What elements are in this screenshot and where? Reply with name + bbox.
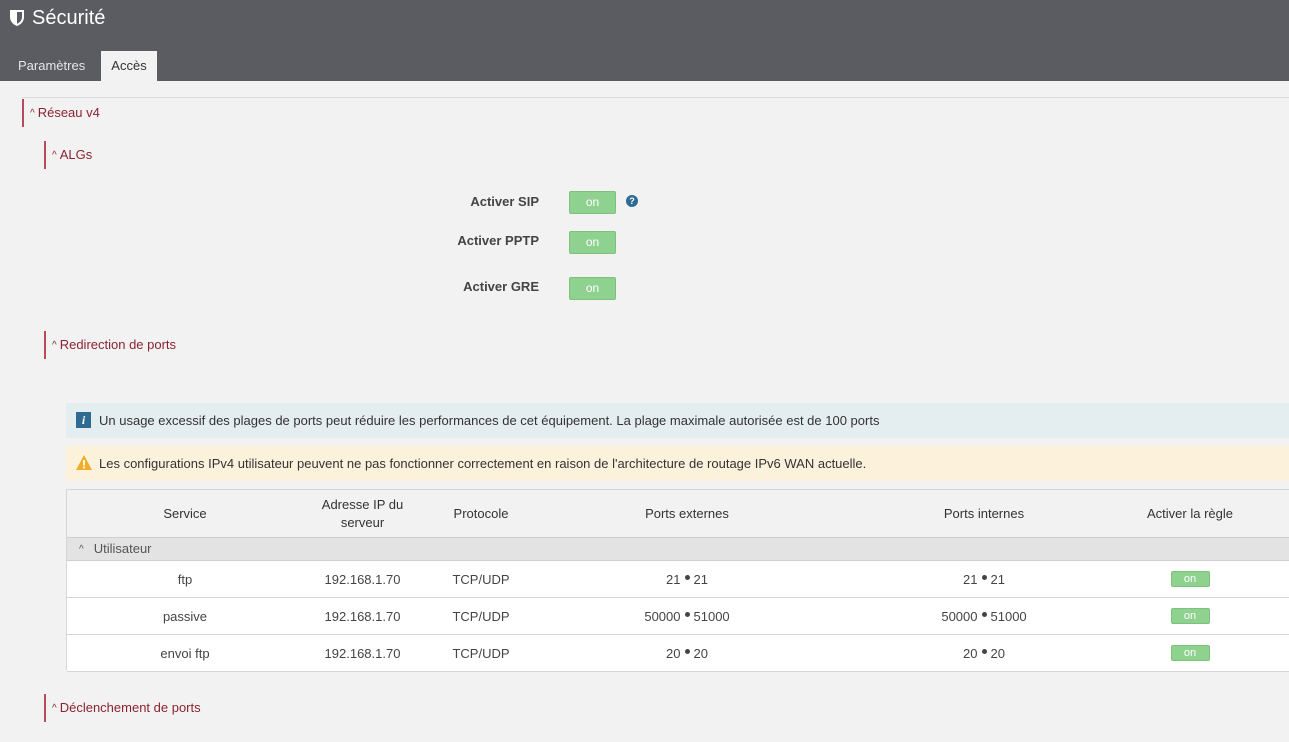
rule-toggle[interactable]: on <box>1170 645 1210 661</box>
chevron-up-icon: ^ <box>30 108 35 119</box>
info-icon: i <box>76 412 91 428</box>
cell-enable: on <box>1130 598 1250 634</box>
cell-ports-externes: 21 21 <box>587 561 787 597</box>
range-end: 21 <box>693 571 708 587</box>
section-label: Redirection de ports <box>59 337 177 352</box>
cell-ports-externes: 50000 51000 <box>587 598 787 634</box>
range-separator-dot <box>684 574 690 580</box>
cell-service: ftp <box>177 571 193 587</box>
col-service[interactable]: Service <box>127 490 243 538</box>
col-ip[interactable]: Adresse IP du serveur <box>305 490 420 538</box>
section-algs[interactable]: ^ ALGs <box>44 141 93 169</box>
gre-toggle[interactable]: on <box>569 277 616 300</box>
col-protocol[interactable]: Protocole <box>431 490 531 538</box>
range-start: 21 <box>963 571 978 587</box>
table-row: envoi ftp 192.168.1.70 TCP/UDP 20 20 20 20… <box>67 635 1289 672</box>
info-banner: i Un usage excessif des plages de ports … <box>66 403 1289 438</box>
col-activer[interactable]: Activer la règle <box>1130 490 1250 538</box>
cell-ports-internes: 20 20 <box>884 635 1084 671</box>
cell-ports-internes: 21 21 <box>884 561 1084 597</box>
chevron-up-icon: ^ <box>79 544 84 555</box>
cell-ip: 192.168.1.70 <box>324 571 401 587</box>
cell-service: envoi ftp <box>160 645 210 661</box>
warning-banner: Les configurations IPv4 utilisateur peuv… <box>66 446 1289 481</box>
rule-toggle[interactable]: on <box>1170 571 1210 587</box>
range-start: 50000 <box>644 608 681 624</box>
port-forwarding-table: Service Adresse IP du serveur Protocole … <box>66 489 1289 672</box>
cell-enable: on <box>1130 561 1250 597</box>
range-end: 20 <box>693 645 708 661</box>
shield-icon <box>10 10 24 26</box>
table-row: passive 192.168.1.70 TCP/UDP 50000 51000 … <box>67 598 1289 635</box>
cell-ports-externes: 20 20 <box>587 635 787 671</box>
warning-icon <box>76 455 92 470</box>
page-title: Sécurité <box>32 7 106 29</box>
section-label: ALGs <box>59 147 93 162</box>
tab-parametres[interactable]: Paramètres <box>9 51 94 81</box>
cell-service: passive <box>162 608 208 624</box>
range-separator-dot <box>684 611 690 617</box>
alg-gre-label: Activer GRE <box>463 279 539 294</box>
section-label: Réseau v4 <box>37 105 100 120</box>
sip-toggle[interactable]: on <box>569 191 616 214</box>
help-icon[interactable]: ? <box>626 195 638 207</box>
range-end: 51000 <box>693 608 730 624</box>
range-separator-dot <box>684 648 690 654</box>
divider <box>22 97 1289 98</box>
table-header: Service Adresse IP du serveur Protocole … <box>67 489 1289 537</box>
info-banner-text: Un usage excessif des plages de ports pe… <box>99 413 880 428</box>
cell-ip: 192.168.1.70 <box>324 645 401 661</box>
chevron-up-icon: ^ <box>52 703 57 714</box>
section-declenchement-ports[interactable]: ^ Déclenchement de ports <box>44 694 201 722</box>
cell-ip: 192.168.1.70 <box>324 608 401 624</box>
cell-protocol: TCP/UDP <box>452 571 510 587</box>
warning-banner-text: Les configurations IPv4 utilisateur peuv… <box>99 456 867 471</box>
range-start: 21 <box>666 571 681 587</box>
range-start: 20 <box>666 645 681 661</box>
group-label: Utilisateur <box>93 541 152 556</box>
range-start: 50000 <box>941 608 978 624</box>
alg-sip-label: Activer SIP <box>470 194 539 209</box>
range-end: 20 <box>990 645 1005 661</box>
section-redirection-ports[interactable]: ^ Redirection de ports <box>44 331 177 359</box>
range-start: 20 <box>963 645 978 661</box>
col-ports-externes[interactable]: Ports externes <box>587 490 787 538</box>
cell-protocol: TCP/UDP <box>452 608 510 624</box>
range-separator-dot <box>981 574 987 580</box>
app-header: Sécurité Paramètres Accès <box>0 0 1289 81</box>
col-ports-internes[interactable]: Ports internes <box>884 490 1084 538</box>
range-end: 21 <box>990 571 1005 587</box>
pptp-toggle[interactable]: on <box>569 231 616 254</box>
chevron-up-icon: ^ <box>52 150 57 161</box>
group-utilisateur[interactable]: ^ Utilisateur <box>67 537 1289 561</box>
cell-protocol: TCP/UDP <box>452 645 510 661</box>
range-separator-dot <box>981 648 987 654</box>
tab-acces[interactable]: Accès <box>101 51 157 81</box>
section-reseau-v4[interactable]: ^ Réseau v4 <box>22 99 100 127</box>
alg-pptp-label: Activer PPTP <box>457 233 539 248</box>
rule-toggle[interactable]: on <box>1170 608 1210 624</box>
table-row: ftp 192.168.1.70 TCP/UDP 21 21 21 21 on <box>67 561 1289 598</box>
cell-ports-internes: 50000 51000 <box>884 598 1084 634</box>
range-end: 51000 <box>990 608 1027 624</box>
chevron-up-icon: ^ <box>52 340 57 351</box>
section-label: Déclenchement de ports <box>59 700 201 715</box>
range-separator-dot <box>981 611 987 617</box>
cell-enable: on <box>1130 635 1250 671</box>
